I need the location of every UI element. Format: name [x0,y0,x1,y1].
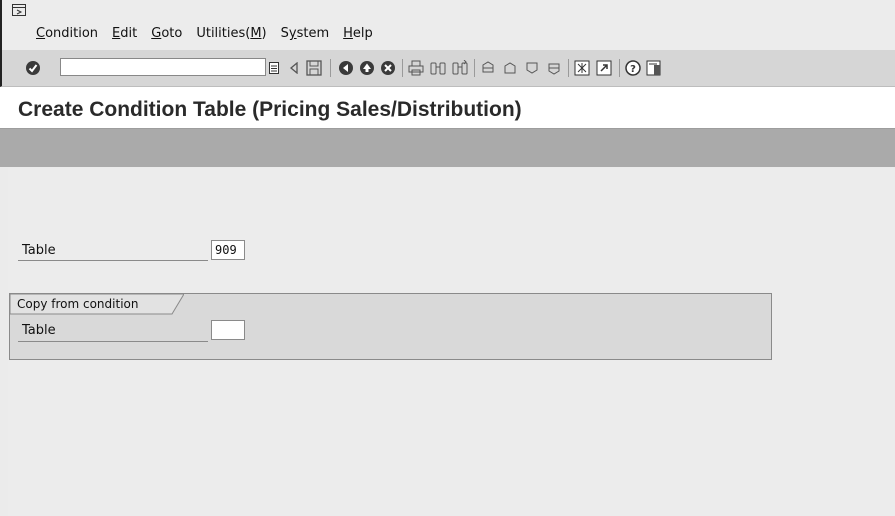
next-page-icon[interactable] [523,59,541,77]
help-icon[interactable]: ? [624,59,642,77]
enter-icon[interactable] [24,59,42,77]
menu-item-system[interactable]: System [281,26,330,41]
table-label: Table [22,243,56,258]
menu: Condition Edit Goto Utilities(M) System Help [36,26,387,41]
last-page-icon[interactable] [545,59,563,77]
first-page-icon[interactable] [479,59,497,77]
toolbar-separator [402,59,403,77]
menu-item-utilities-m[interactable]: Utilities(M) [196,26,266,41]
menu-item-goto[interactable]: Goto [151,26,182,41]
table-input[interactable]: 909 [211,240,245,260]
copy-table-label: Table [22,323,56,338]
page-title: Create Condition Table (Pricing Sales/Di… [18,98,522,121]
menu-bar: Condition Edit Goto Utilities(M) System Help [0,0,895,50]
toolbar-separator [474,59,475,77]
toolbar-separator [330,59,331,77]
layout-icon[interactable] [645,59,663,77]
copy-group-title: Copy from condition [17,297,139,311]
find-icon[interactable] [429,59,447,77]
find-next-icon[interactable] [451,59,469,77]
copy-from-condition-group: Copy from condition [9,293,772,360]
previous-page-icon[interactable] [501,59,519,77]
title-bar: Create Condition Table (Pricing Sales/Di… [0,87,895,129]
shortcut-icon[interactable] [595,59,613,77]
save-icon[interactable] [305,59,323,77]
command-field-dropdown-icon[interactable] [268,59,280,77]
application-toolbar [0,129,895,167]
menu-item-condition[interactable]: Condition [36,26,98,41]
command-field-input[interactable] [61,63,247,79]
table-label-underline [18,260,208,261]
cancel-icon[interactable] [379,59,397,77]
back-arrow-icon[interactable] [287,59,301,77]
toolbar-separator [619,59,620,77]
system-toolbar: ? [0,50,895,87]
print-icon[interactable] [407,59,425,77]
create-session-icon[interactable] [573,59,591,77]
toolbar-separator [568,59,569,77]
svg-text:?: ? [630,64,636,75]
menu-item-edit[interactable]: Edit [112,26,137,41]
copy-table-input[interactable] [211,320,245,340]
back-icon[interactable] [337,59,355,77]
system-menu-icon[interactable] [12,4,26,16]
exit-icon[interactable] [358,59,376,77]
menu-item-help[interactable]: Help [343,26,373,41]
command-field[interactable] [60,58,266,79]
copy-table-label-underline [18,341,208,342]
